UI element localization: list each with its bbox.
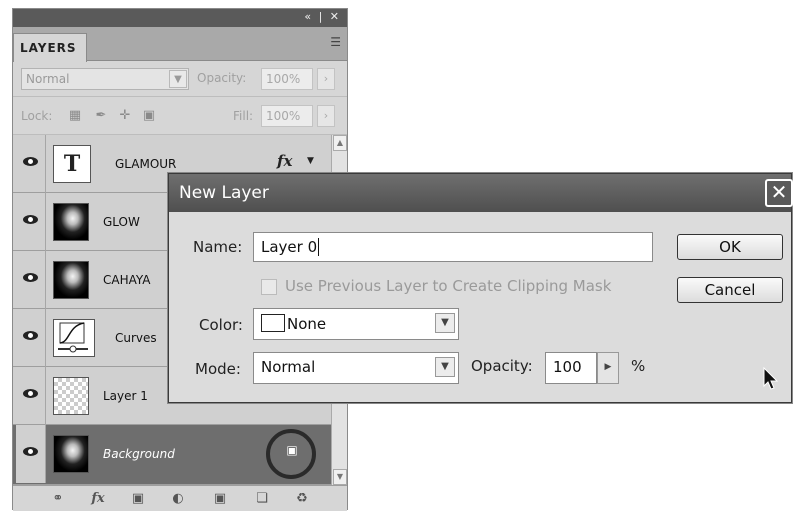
- panel-menu-icon[interactable]: ☰: [330, 35, 341, 49]
- clipping-mask-checkbox[interactable]: [261, 279, 277, 295]
- scroll-down-icon[interactable]: ▼: [333, 469, 347, 485]
- name-value: Layer 0: [261, 238, 318, 256]
- chevron-down-icon[interactable]: ▼: [435, 357, 455, 377]
- photo-thumb: [53, 203, 89, 241]
- opacity-field[interactable]: 100%: [261, 68, 313, 90]
- panel-tab-row: LAYERS ☰: [13, 27, 347, 62]
- lock-brush-icon[interactable]: ✒: [93, 109, 109, 123]
- eye-icon[interactable]: [16, 309, 46, 367]
- mask-icon[interactable]: ▣: [127, 491, 149, 507]
- ok-button[interactable]: OK: [677, 234, 783, 260]
- lock-label: Lock:: [21, 109, 53, 123]
- fill-field[interactable]: 100%: [261, 105, 313, 127]
- fill-arrow-icon[interactable]: ›: [317, 105, 335, 127]
- eye-icon[interactable]: [16, 251, 46, 309]
- trash-icon[interactable]: ♻: [291, 491, 313, 507]
- lock-icon: ▣: [286, 443, 298, 457]
- layer-name: GLAMOUR: [115, 157, 177, 171]
- layer-name: Layer 1: [103, 389, 148, 403]
- tab-layers[interactable]: LAYERS: [13, 33, 87, 62]
- mode-select[interactable]: Normal ▼: [253, 352, 459, 384]
- clipping-mask-label: Use Previous Layer to Create Clipping Ma…: [285, 277, 612, 295]
- panel-topbar: « | ✕: [13, 9, 347, 27]
- opacity-label: Opacity:: [471, 357, 533, 375]
- close-icon[interactable]: ✕: [765, 179, 793, 207]
- cancel-button[interactable]: Cancel: [677, 277, 783, 303]
- lock-all-icon[interactable]: ▣: [141, 109, 157, 123]
- scroll-up-icon[interactable]: ▲: [333, 135, 347, 151]
- layers-bottom-toolbar: ⚭ fx ▣ ◐ ▣ ❏ ♻: [13, 485, 347, 511]
- layer-name: Curves: [115, 331, 157, 345]
- layer-name: GLOW: [103, 215, 140, 229]
- color-swatch: [261, 314, 285, 332]
- photo-thumb: [53, 435, 89, 473]
- lock-transparent-icon[interactable]: ▦: [67, 109, 83, 123]
- fx-icon[interactable]: fx: [87, 491, 109, 507]
- opacity-arrow-icon[interactable]: ▶: [597, 352, 619, 384]
- text-layer-thumb: T: [53, 145, 91, 183]
- opacity-label: Opacity:: [197, 71, 247, 85]
- layer-name: Background: [103, 447, 175, 461]
- eye-icon[interactable]: [16, 425, 46, 483]
- name-label: Name:: [193, 238, 243, 256]
- new-layer-icon[interactable]: ❏: [251, 491, 273, 507]
- blend-mode-select[interactable]: Normal ▼: [21, 68, 189, 90]
- link-icon[interactable]: ⚭: [47, 491, 69, 507]
- photo-thumb: [53, 261, 89, 299]
- dialog-title: New Layer: [179, 183, 269, 203]
- mouse-cursor-icon: [763, 367, 779, 390]
- panel-collapse-close-icon[interactable]: « | ✕: [304, 10, 341, 23]
- color-label: Color:: [199, 316, 243, 334]
- eye-icon[interactable]: [16, 367, 46, 425]
- layer-row-background[interactable]: Background ▣: [13, 425, 331, 485]
- fx-icon[interactable]: fx: [277, 152, 292, 170]
- opacity-field[interactable]: 100: [545, 352, 597, 384]
- chevron-down-icon[interactable]: ▼: [169, 70, 187, 88]
- blend-opacity-row: Normal ▼ Opacity: 100% ›: [13, 61, 347, 97]
- lock-move-icon[interactable]: ✛: [117, 109, 133, 123]
- new-layer-dialog: New Layer ✕ Name: Layer 0 OK Cancel Use …: [168, 173, 793, 403]
- color-value: None: [287, 315, 327, 333]
- opacity-arrow-icon[interactable]: ›: [317, 68, 335, 90]
- blend-mode-value: Normal: [26, 72, 70, 86]
- mode-label: Mode:: [195, 360, 241, 378]
- eye-icon[interactable]: [16, 135, 46, 193]
- dialog-titlebar[interactable]: New Layer ✕: [169, 174, 793, 212]
- color-select[interactable]: None ▼: [253, 308, 459, 340]
- chevron-down-icon[interactable]: ▼: [435, 313, 455, 333]
- name-field[interactable]: Layer 0: [253, 232, 653, 262]
- adjustment-icon[interactable]: ◐: [167, 491, 189, 507]
- fill-label: Fill:: [233, 109, 254, 123]
- lock-fill-row: Lock: ▦ ✒ ✛ ▣ Fill: 100% ›: [13, 97, 347, 135]
- layer-name: CAHAYA: [103, 273, 151, 287]
- eye-icon[interactable]: [16, 193, 46, 251]
- curves-adjustment-icon: [53, 319, 95, 357]
- transparent-thumb: [53, 377, 89, 415]
- mode-value: Normal: [261, 358, 316, 376]
- fx-dropdown-icon[interactable]: ▼: [307, 156, 314, 166]
- percent-label: %: [631, 357, 646, 375]
- folder-icon[interactable]: ▣: [209, 491, 231, 507]
